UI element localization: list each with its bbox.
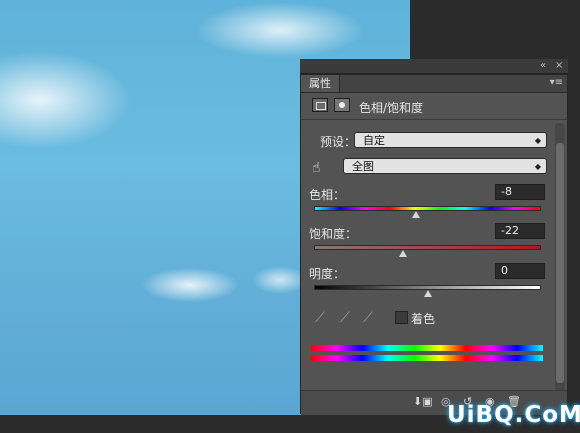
mask-icon[interactable] xyxy=(334,98,350,112)
watermark-logo: UiBQ.CoM xyxy=(447,402,580,428)
channel-value: 全图 xyxy=(352,160,374,173)
saturation-slider-track[interactable] xyxy=(314,245,541,250)
hue-label: 色相： xyxy=(309,188,346,202)
eyedropper-minus-icon[interactable]: ⟋ xyxy=(363,310,373,326)
tab-properties[interactable]: 属性 xyxy=(301,75,340,92)
scroll-thumb[interactable] xyxy=(556,143,564,383)
tab-bar: 属性 ▾≡ xyxy=(301,75,567,93)
divider xyxy=(301,119,567,120)
preset-value: 自定 xyxy=(363,134,385,147)
colorize-label: 着色 xyxy=(411,312,436,326)
lightness-label: 明度： xyxy=(309,267,346,281)
saturation-slider-handle[interactable] xyxy=(398,250,407,257)
close-icon[interactable]: × xyxy=(555,59,563,73)
clip-layer-icon[interactable]: ⬇▣ xyxy=(413,395,433,408)
panel-top-strip: « × xyxy=(300,59,568,74)
lightness-input[interactable]: 0 xyxy=(495,263,545,279)
preset-select[interactable]: 自定 ◆ xyxy=(354,132,547,148)
output-color-bar xyxy=(311,355,543,361)
canvas-area: « × 属性 ▾≡ 色相/饱和度 预设： 自定 ◆ ☝ 全图 ◆ 色相： -8 … xyxy=(0,0,580,433)
eyedropper-icon[interactable]: ⟋ xyxy=(315,310,325,326)
saturation-label: 饱和度： xyxy=(309,227,358,241)
eyedropper-plus-icon[interactable]: ⟋ xyxy=(340,310,350,326)
colorize-checkbox[interactable] xyxy=(395,311,408,324)
channel-select[interactable]: 全图 ◆ xyxy=(343,158,547,174)
scrollbar[interactable] xyxy=(555,123,565,395)
chevron-updown-icon: ◆ xyxy=(534,136,541,145)
hue-input[interactable]: -8 xyxy=(495,184,545,200)
hue-slider-handle[interactable] xyxy=(412,211,421,218)
hand-icon[interactable]: ☝ xyxy=(312,160,321,176)
preset-label: 预设： xyxy=(320,135,357,149)
collapse-icon[interactable]: « xyxy=(540,59,546,73)
saturation-input[interactable]: -22 xyxy=(495,223,545,239)
panel-menu-icon[interactable]: ▾≡ xyxy=(550,77,563,89)
panel-title: 色相/饱和度 xyxy=(359,101,424,115)
chevron-updown-icon: ◆ xyxy=(534,162,541,171)
adjustment-icon[interactable] xyxy=(312,98,328,112)
properties-panel: 属性 ▾≡ 色相/饱和度 预设： 自定 ◆ ☝ 全图 ◆ 色相： -8 饱和度：… xyxy=(300,74,568,415)
lightness-slider-handle[interactable] xyxy=(423,290,432,297)
hue-slider-track[interactable] xyxy=(314,206,541,211)
input-color-bar xyxy=(311,345,543,351)
